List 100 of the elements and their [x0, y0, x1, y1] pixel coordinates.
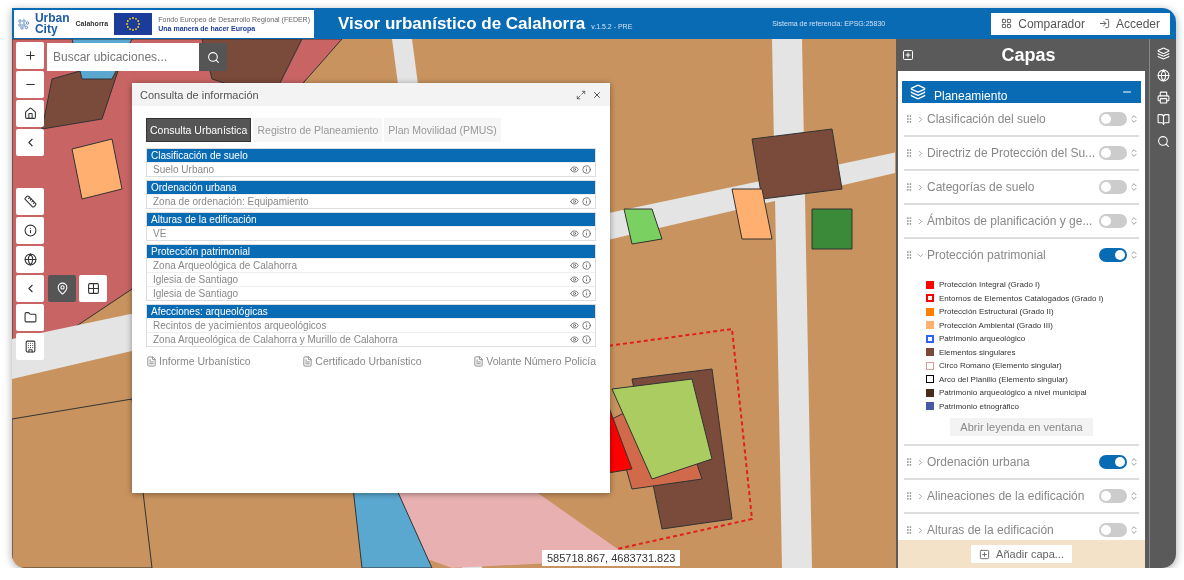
layer-name[interactable]: Directriz de Protección del Su... — [927, 146, 1097, 160]
layer-name[interactable]: Alturas de la edificación — [927, 523, 1097, 537]
drag-handle-icon[interactable] — [904, 525, 914, 535]
pdf-file-icon — [146, 355, 157, 367]
drag-handle-icon[interactable] — [904, 216, 914, 226]
eye-icon[interactable] — [570, 289, 579, 298]
section-header: Afecciones: arqueológicas — [147, 305, 595, 318]
login-button[interactable]: Acceder — [1098, 16, 1160, 31]
legend-label: Patrimonio arqueológico — [939, 334, 1026, 344]
eye-icon[interactable] — [570, 321, 579, 330]
result-text: Zona de ordenación: Equipamiento — [153, 196, 310, 207]
result-text: Zona Arqueológica de Calahorra — [153, 260, 298, 271]
grid-button[interactable] — [79, 275, 107, 302]
dialog-tab[interactable]: Plan Movilidad (PMUS) — [384, 118, 501, 142]
group-header[interactable]: Planeamiento — [902, 81, 1141, 103]
zoom-in-button[interactable] — [16, 42, 44, 69]
legend-label: Patrimonio etnográfico — [939, 401, 1020, 411]
layer-name[interactable]: Protección patrimonial — [927, 248, 1097, 262]
drag-handle-icon[interactable] — [904, 250, 914, 260]
result-text: Suelo Urbano — [153, 164, 216, 175]
drag-handle-icon[interactable] — [904, 148, 914, 158]
eye-icon[interactable] — [570, 229, 579, 238]
eye-icon[interactable] — [570, 165, 579, 174]
legend-label: Protección Estructural (Grado II) — [939, 307, 1054, 317]
layers-icon[interactable] — [1156, 47, 1170, 60]
drag-handle-icon[interactable] — [904, 114, 914, 124]
dialog-tab[interactable]: Consulta Urbanística — [146, 118, 252, 142]
legend-label: Circo Romano (Elemento singular) — [939, 361, 1062, 371]
section-header: Clasificación de suelo — [147, 149, 595, 162]
add-icon[interactable] — [902, 49, 914, 61]
chevron-icon[interactable] — [916, 525, 925, 535]
eye-icon[interactable] — [570, 275, 579, 284]
panel-title: Capas — [1000, 44, 1057, 66]
info-icon[interactable] — [582, 321, 591, 330]
sort-icon[interactable] — [1129, 148, 1139, 158]
info-icon[interactable] — [582, 165, 591, 174]
pin-icon — [55, 282, 69, 295]
document-link[interactable]: Volante Número Policía — [473, 355, 596, 367]
chevron-icon[interactable] — [916, 457, 925, 467]
chevron-icon[interactable] — [916, 216, 925, 226]
open-legend-button[interactable]: Abrir leyenda en ventana — [950, 418, 1093, 436]
pin-button[interactable] — [48, 275, 76, 302]
layer-toggle[interactable] — [1099, 523, 1127, 537]
compare-button[interactable]: Comparador — [1001, 16, 1085, 31]
info-icon[interactable] — [582, 289, 591, 298]
ruler-button[interactable] — [16, 188, 44, 215]
layer-name[interactable]: Clasificación del suelo — [927, 112, 1097, 126]
layer-name[interactable]: Alineaciones de la edificación — [927, 489, 1097, 503]
eye-icon[interactable] — [570, 197, 579, 206]
document-link[interactable]: Informe Urbanístico — [146, 355, 251, 367]
layer-toggle[interactable] — [1099, 146, 1127, 160]
building-button[interactable] — [16, 333, 44, 360]
layer-toggle[interactable] — [1099, 112, 1127, 126]
layer-toggle[interactable] — [1099, 455, 1127, 469]
legend-label: Arco del Planillo (Elemento singular) — [939, 374, 1068, 384]
maximize-icon[interactable] — [576, 89, 586, 100]
layer-name[interactable]: Ordenación urbana — [927, 455, 1097, 469]
info-button[interactable] — [16, 217, 44, 244]
drag-handle-icon[interactable] — [904, 491, 914, 501]
layer-name[interactable]: Ámbitos de planificación y ge... — [927, 214, 1097, 228]
search-icon — [206, 50, 220, 64]
sort-icon[interactable] — [1129, 216, 1139, 226]
chevron-icon[interactable] — [916, 491, 925, 501]
add-layer-button[interactable]: Añadir capa... — [971, 545, 1072, 563]
info-icon[interactable] — [582, 261, 591, 270]
dialog-tab[interactable]: Registro de Planeamiento — [253, 118, 383, 142]
pdf-file-icon — [302, 355, 314, 367]
print-icon[interactable] — [1156, 91, 1170, 104]
layer-toggle[interactable] — [1099, 214, 1127, 228]
search-button[interactable] — [199, 43, 227, 71]
eu-flag-icon — [114, 12, 153, 35]
info-icon[interactable] — [582, 229, 591, 238]
folder-button[interactable] — [16, 304, 44, 331]
home-button[interactable] — [16, 100, 44, 127]
document-link[interactable]: Certificado Urbanístico — [302, 355, 422, 367]
layer-toggle[interactable] — [1099, 180, 1127, 194]
app-title: Visor urbanístico de Calahorra — [338, 13, 586, 34]
section-header: Ordenación urbana — [147, 181, 595, 194]
eye-icon[interactable] — [570, 335, 579, 344]
chevron-icon[interactable] — [916, 182, 925, 192]
layer-name[interactable]: Categorías de suelo — [927, 180, 1097, 194]
close-icon[interactable] — [592, 89, 602, 100]
sort-icon[interactable] — [1129, 182, 1139, 192]
layer-toggle[interactable] — [1099, 248, 1127, 262]
info-icon[interactable] — [582, 275, 591, 284]
search-icon[interactable] — [1156, 135, 1170, 148]
login-icon — [1098, 18, 1110, 29]
info-icon[interactable] — [582, 197, 591, 206]
chevron-icon[interactable] — [916, 114, 925, 124]
chevron-icon[interactable] — [916, 148, 925, 158]
info-icon[interactable] — [582, 335, 591, 344]
globe-button[interactable] — [16, 246, 44, 273]
drag-handle-icon[interactable] — [904, 457, 914, 467]
eye-icon[interactable] — [570, 261, 579, 270]
globe-icon[interactable] — [1156, 69, 1170, 82]
drag-handle-icon[interactable] — [904, 182, 914, 192]
coordinates-label: 585718.867, 4683731.823 — [542, 550, 681, 566]
layer-toggle[interactable] — [1099, 489, 1127, 503]
sort-icon[interactable] — [1129, 114, 1139, 124]
book-icon[interactable] — [1156, 113, 1170, 126]
